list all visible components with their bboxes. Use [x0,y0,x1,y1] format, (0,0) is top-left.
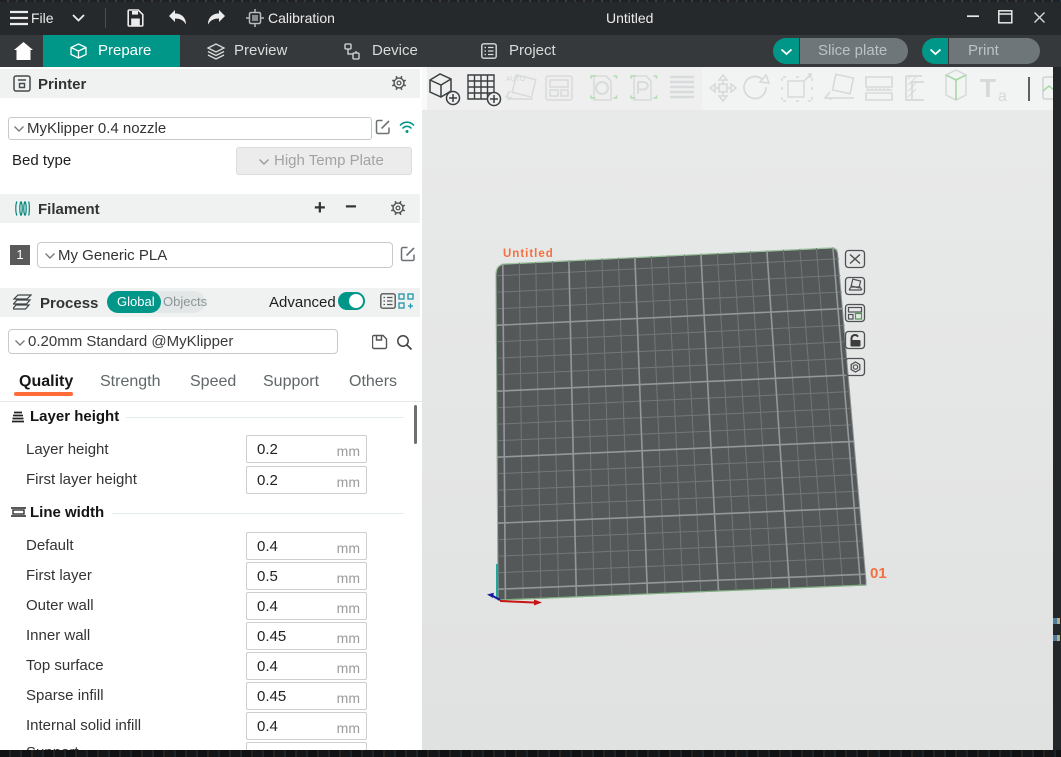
svg-text:01: 01 [870,565,887,582]
svg-text:Untitled: Untitled [503,248,554,260]
